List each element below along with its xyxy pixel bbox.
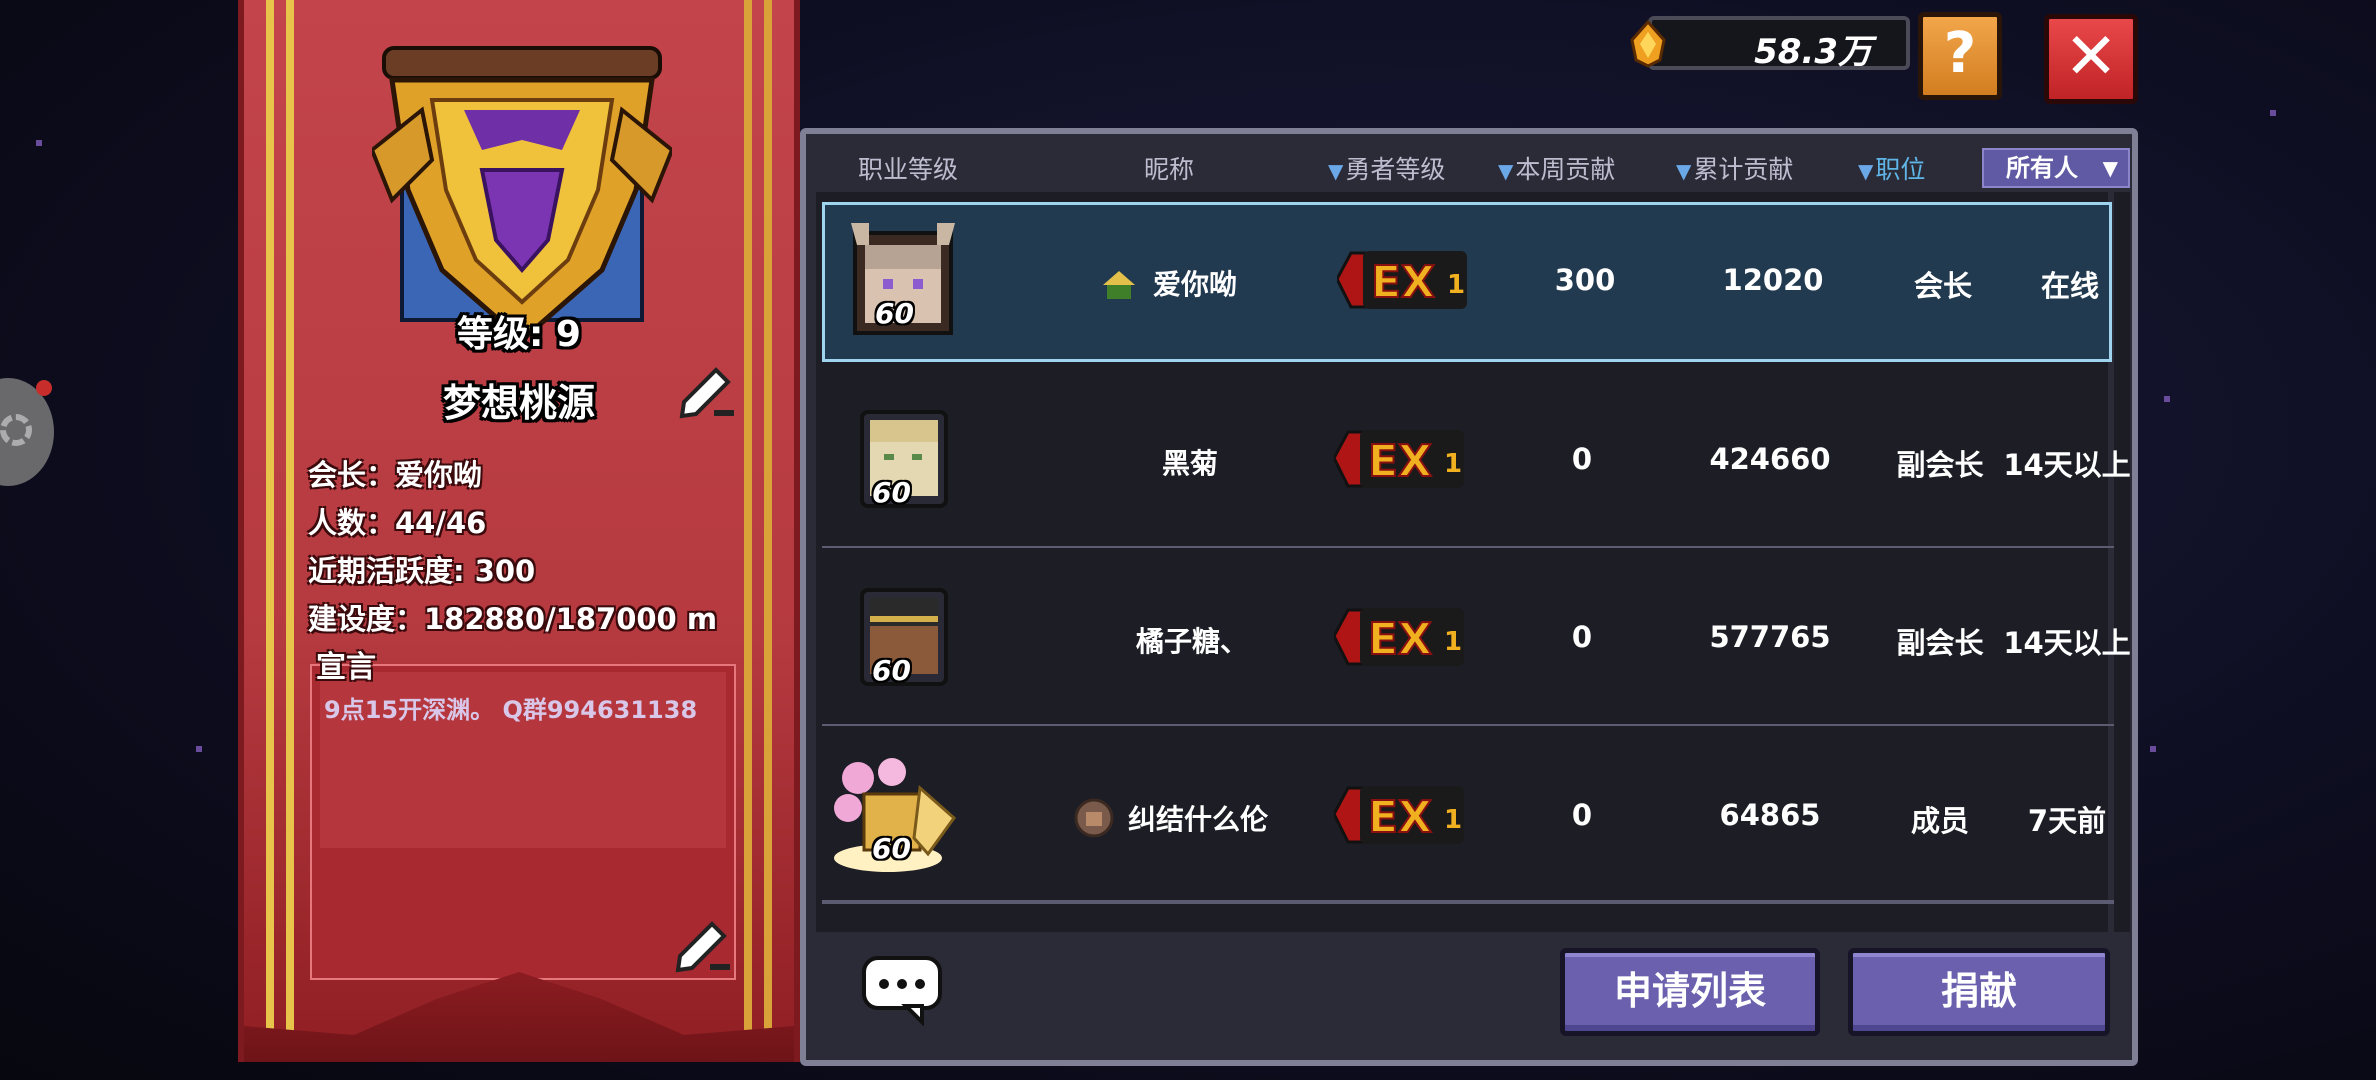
svg-text:EX: EX [1371,257,1435,308]
sort-triangle-icon: ▼ [1328,159,1344,183]
row-divider [822,724,2114,726]
svg-text:EX: EX [1368,614,1432,665]
gear-icon [0,414,32,446]
dropdown-arrow-icon: ▼ [2102,156,2118,180]
header-total-label: 累计贡献 [1693,155,1794,184]
ex-rank-badge-icon: EX 1 [1334,430,1464,488]
chat-bubble-icon[interactable] [860,954,944,1026]
background-star [2150,746,2156,752]
guild-member-count: 人数：44/46 [308,506,487,540]
member-status: 7天前 [2027,804,2107,838]
member-nickname: 爱你呦 [1153,268,1238,301]
total-contribution: 577765 [1709,620,1831,654]
member-status: 14天以上 [2003,626,2131,660]
ex-rank-badge-icon: EX 1 [1334,608,1464,666]
header-weekly-label: 本周贡献 [1515,155,1616,184]
guild-level: 等级: 9 [457,314,581,355]
guild-info-banner: 等级: 9 梦想桃源 会长：爱你呦 人数：44/46 近期活跃度: 300 建设… [238,0,800,1062]
sort-triangle-icon: ▼ [1676,159,1692,183]
table-row[interactable]: 60 纠结什么伦 EX 1 0 64865 成员 7天前 [822,740,2112,900]
guild-construction: 建设度：182880/187000 m [308,602,718,636]
currency-value: 58.3万 [1754,32,1872,72]
svg-text:1: 1 [1447,270,1465,300]
donate-button[interactable]: 捐献 [1848,948,2110,1036]
total-contribution: 64865 [1719,798,1821,832]
banner-bottom-notch [244,972,794,1062]
weekly-contribution: 0 [1571,620,1593,654]
member-role: 成员 [1910,804,1969,838]
svg-text:1: 1 [1444,627,1462,657]
header-weekly[interactable]: ▼本周贡献 [1498,150,1615,186]
floating-assistant-button[interactable] [0,378,54,486]
banner-stripe [266,0,274,1062]
avatar-level: 60 [872,654,911,687]
declaration-label: 宣言 [316,650,376,685]
avatar-level: 60 [872,832,911,865]
member-role: 副会长 [1896,626,1984,660]
currency-display: 58.3万 [1648,16,1910,72]
table-row[interactable]: 60 爱你呦 EX 1 300 12020 会长 在线 [822,202,2112,362]
total-contribution: 12020 [1722,263,1824,297]
sort-triangle-icon: ▼ [1858,159,1874,183]
table-header: 职业等级 昵称 ▼勇者等级 ▼本周贡献 ▼累计贡献 ▼职位 所有人 ▼ [816,144,2130,188]
ex-rank-badge-icon: EX 1 [1337,251,1467,309]
edit-name-pencil-icon[interactable] [676,360,736,420]
background-star [2164,396,2170,402]
row-divider [822,900,2114,902]
svg-text:1: 1 [1444,449,1462,479]
member-nickname: 黑菊 [1162,447,1219,480]
banner-stripe [764,0,772,1062]
header-hero-level-label: 勇者等级 [1345,155,1446,184]
weekly-contribution: 300 [1554,263,1616,297]
avatar-level: 60 [872,476,911,509]
svg-text:1: 1 [1444,805,1462,835]
close-button[interactable]: ✕ [2044,14,2138,104]
header-total[interactable]: ▼累计贡献 [1676,150,1793,186]
header-position-label: 职位 [1875,155,1926,184]
header-position[interactable]: ▼职位 [1858,150,1925,186]
member-list-panel: 职业等级 昵称 ▼勇者等级 ▼本周贡献 ▼累计贡献 ▼职位 所有人 ▼ 60 爱… [800,128,2138,1066]
notification-dot [36,380,52,396]
background-star [2270,110,2276,116]
declaration-text: 9点15开深渊。 Q群994631138 [324,696,698,724]
background-star [196,746,202,752]
title-icon [1103,271,1135,299]
svg-text:EX: EX [1368,436,1432,487]
guild-leader: 会长：爱你呦 [308,458,483,492]
row-divider [822,902,2114,904]
ex-rank-badge-icon: EX 1 [1334,786,1464,844]
title-icon [1074,798,1114,838]
apply-list-button[interactable]: 申请列表 [1560,948,1820,1036]
member-status: 14天以上 [2003,448,2131,482]
header-class-level[interactable]: 职业等级 [858,150,958,186]
background-star [36,140,42,146]
flame-gem-icon [1630,20,1666,68]
table-row[interactable]: 60 橘子糖、 EX 1 0 577765 副会长 14天以上 [822,562,2131,722]
total-contribution: 424660 [1709,442,1831,476]
member-filter-dropdown[interactable]: 所有人 ▼ [1982,148,2130,188]
guild-activity: 近期活跃度: 300 [308,554,536,588]
row-divider [822,546,2114,548]
member-role: 会长 [1913,269,1972,303]
avatar-level: 60 [875,297,914,330]
member-status: 在线 [2040,269,2099,303]
filter-value: 所有人 [2006,154,2078,182]
help-button[interactable]: ? [1918,12,2002,100]
table-row[interactable]: 60 黑菊 EX 1 0 424660 副会长 14天以上 [822,384,2131,544]
member-role: 副会长 [1896,448,1984,482]
svg-text:EX: EX [1368,792,1432,843]
header-hero-level[interactable]: ▼勇者等级 [1328,150,1445,186]
sort-triangle-icon: ▼ [1498,159,1514,183]
header-nickname[interactable]: 昵称 [1144,150,1194,186]
weekly-contribution: 0 [1571,798,1593,832]
weekly-contribution: 0 [1571,442,1593,476]
banner-stripe [744,0,752,1062]
banner-stripe [286,0,294,1062]
edit-declaration-pencil-icon[interactable] [672,914,732,974]
member-nickname: 橘子糖、 [1136,625,1249,658]
member-nickname: 纠结什么伦 [1128,803,1269,836]
